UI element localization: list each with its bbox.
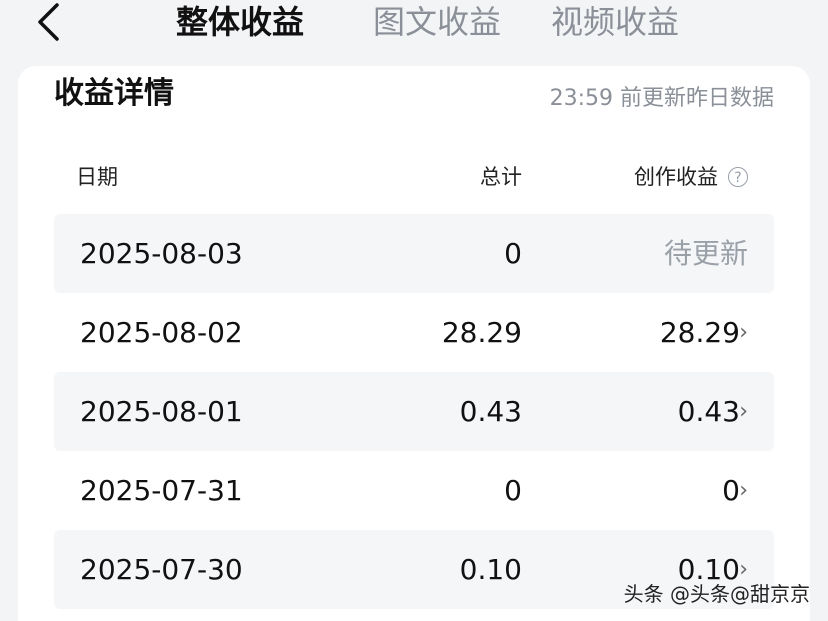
row-creation[interactable]: 0 — [722, 451, 740, 530]
row-total: 0.43 — [459, 395, 522, 428]
row-date: 2025-08-03 — [80, 237, 243, 270]
back-button[interactable] — [28, 2, 68, 42]
card-title: 收益详情 — [54, 76, 174, 111]
tab-overall-earnings[interactable]: 整体收益 — [176, 4, 304, 40]
table-row: 2025-08-03 0 待更新 — [54, 214, 774, 293]
row-date: 2025-07-30 — [80, 553, 243, 586]
column-header-creation-label: 创作收益 — [634, 165, 718, 189]
update-note: 23:59 前更新昨日数据 — [549, 86, 774, 111]
table-row[interactable]: 2025-08-02 28.29 28.29 › — [54, 293, 774, 372]
table-row[interactable]: 2025-08-01 0.43 0.43 › — [54, 372, 774, 451]
row-creation[interactable]: 0.43 — [678, 372, 740, 451]
back-chevron-icon — [38, 3, 59, 41]
row-date: 2025-07-31 — [80, 474, 243, 507]
row-date: 2025-08-02 — [80, 316, 243, 349]
column-header-creation: 创作收益 ? — [634, 162, 748, 192]
column-header-date: 日期 — [76, 165, 118, 189]
chevron-right-icon: › — [739, 399, 748, 424]
row-date: 2025-08-01 — [80, 395, 243, 428]
table-row[interactable]: 2025-07-31 0 0 › — [54, 451, 774, 530]
chevron-right-icon: › — [739, 478, 748, 503]
row-total: 28.29 — [441, 316, 522, 349]
row-creation-pending: 待更新 — [663, 237, 748, 270]
row-total: 0 — [504, 237, 522, 270]
chevron-right-icon: › — [739, 320, 748, 345]
help-icon[interactable]: ? — [728, 167, 748, 187]
top-bar: 整体收益 图文收益 视频收益 — [0, 0, 828, 60]
tab-article-earnings[interactable]: 图文收益 — [373, 4, 501, 40]
tab-video-earnings[interactable]: 视频收益 — [551, 4, 679, 40]
earnings-detail-card: 收益详情 23:59 前更新昨日数据 日期 总计 创作收益 ? 2025-08-… — [18, 66, 810, 621]
column-header-total: 总计 — [480, 165, 522, 189]
earnings-table: 2025-08-03 0 待更新 2025-08-02 28.29 28.29 … — [54, 214, 774, 609]
row-total: 0 — [504, 474, 522, 507]
row-total: 0.10 — [459, 553, 522, 586]
watermark: 头条 @头条@甜京京 — [623, 582, 810, 606]
row-creation[interactable]: 28.29 — [660, 293, 740, 372]
